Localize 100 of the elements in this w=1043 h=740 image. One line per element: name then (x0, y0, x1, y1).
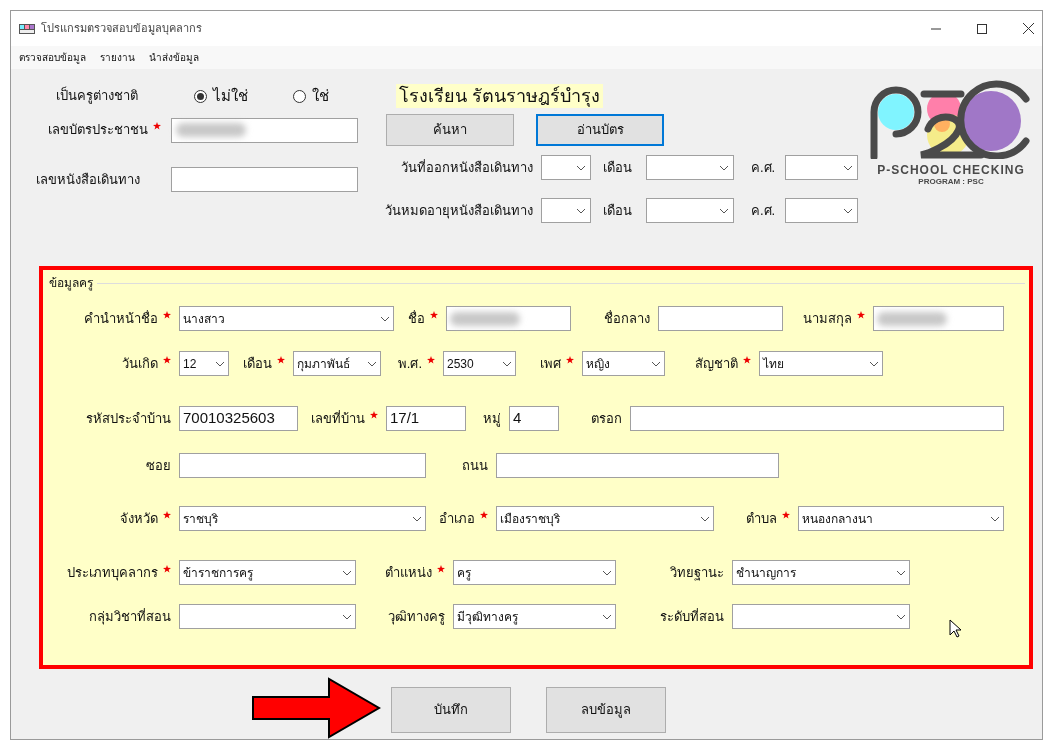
chevron-icon (719, 207, 729, 214)
close-icon[interactable] (1023, 23, 1034, 34)
dropdown[interactable]: 2530 (443, 351, 516, 376)
chevron-icon (719, 164, 729, 171)
input-field[interactable]: 17/1 (386, 406, 466, 431)
button[interactable]: ลบข้อมูล (546, 687, 666, 733)
field-label: วันเกิด (122, 354, 158, 373)
dropdown[interactable]: กุมภาพันธ์ (293, 351, 381, 376)
field-label: รหัสประจำบ้าน (86, 409, 171, 428)
dropdown[interactable] (785, 155, 858, 180)
dropdown[interactable] (646, 198, 734, 223)
input-field[interactable] (658, 306, 783, 331)
input-field[interactable] (446, 306, 571, 331)
field-label: สัญชาติ (695, 354, 738, 373)
field-label: วันที่ออกหนังสือเดินทาง (401, 158, 533, 177)
dropdown[interactable]: หนองกลางนา (798, 506, 1004, 531)
dropdown[interactable] (179, 604, 356, 629)
field-label: จังหวัด (120, 509, 158, 528)
dropdown[interactable]: ข้าราชการครู (179, 560, 356, 585)
field-label: ซอย (146, 456, 171, 475)
chevron-icon (602, 569, 612, 576)
dropdown[interactable] (541, 155, 591, 180)
field-label: ระดับที่สอน (660, 607, 724, 626)
button[interactable]: ค้นหา (386, 114, 514, 146)
maximize-icon[interactable] (977, 23, 987, 34)
chevron-icon (651, 360, 661, 367)
field-label: ถนน (462, 456, 488, 475)
chevron-icon (502, 360, 512, 367)
chevron-icon (342, 569, 352, 576)
menu-item[interactable]: รายงาน (100, 50, 135, 65)
dropdown[interactable] (541, 198, 591, 223)
dropdown[interactable]: นางสาว (179, 306, 394, 331)
menu-item[interactable]: นำส่งข้อมูล (149, 50, 199, 65)
input-field[interactable] (873, 306, 1004, 331)
chevron-icon (602, 613, 612, 620)
field-label: วุฒิทางครู (388, 607, 445, 627)
field-label: ค.ศ. (750, 201, 777, 220)
field-label: เป็นครูต่างชาติ (56, 86, 139, 106)
dropdown[interactable]: ราชบุริ (179, 506, 426, 531)
radio-option[interactable]: ไม่ใช่ (194, 84, 293, 108)
field-label: เลขหนังสือเดินทาง (36, 170, 141, 189)
field-label: ตรอก (591, 409, 622, 428)
input-field[interactable] (179, 453, 426, 478)
button[interactable]: อ่านบัตร (536, 114, 664, 146)
dropdown[interactable]: 12 (179, 351, 229, 376)
field-label: เดือน (602, 158, 633, 177)
input-field[interactable] (496, 453, 779, 478)
dropdown[interactable]: ไทย (759, 351, 883, 376)
field-label: เดือน (602, 201, 633, 220)
field-label: เดือน (243, 354, 272, 373)
input-field[interactable]: 4 (509, 406, 559, 431)
field-label: เพศ (540, 354, 561, 373)
chevron-icon (843, 164, 853, 171)
field-label: พ.ศ. (397, 354, 422, 373)
cursor-icon (949, 619, 961, 638)
field-label: ตำบล (746, 509, 777, 528)
chevron-icon (576, 207, 586, 214)
dropdown[interactable] (732, 604, 910, 629)
input-field[interactable] (171, 117, 358, 143)
button[interactable]: บันทึก (391, 687, 511, 733)
dropdown[interactable] (785, 198, 858, 223)
chevron-icon (412, 515, 422, 522)
dropdown[interactable]: ครู (453, 560, 616, 585)
dropdown[interactable]: หญิง (582, 351, 665, 376)
dropdown[interactable]: เมืองราชบุริ (496, 506, 714, 531)
radio-option[interactable]: ใช่ (293, 84, 392, 108)
dropdown[interactable]: ชำนาญการ (732, 560, 910, 585)
field-label: ค.ศ. (750, 158, 777, 177)
chevron-icon (342, 613, 352, 620)
field-label: นามสกุล (803, 309, 852, 329)
field-label: ชื่อกลาง (604, 309, 650, 328)
window-title: โปรแกรมตรวจสอบข้อมูลบุคลากร (41, 21, 202, 37)
input-field[interactable] (171, 167, 358, 192)
chevron-icon (700, 515, 710, 522)
field-label: เลขที่บ้าน (311, 409, 365, 428)
field-label: ตำแหน่ง (385, 563, 432, 582)
field-label: กลุ่มวิชาที่สอน (89, 607, 171, 627)
logo-drawing: P-SCHOOL CHECKING PROGRAM : PSC (866, 79, 1036, 187)
dropdown[interactable]: มีวุฒิทางครู (453, 604, 616, 629)
dropdown[interactable] (646, 155, 734, 180)
field-label: ประเภทบุคลากร (67, 563, 158, 583)
menu-item[interactable]: ตรวจสอบข้อมูล (19, 50, 86, 65)
chevron-icon (869, 360, 879, 367)
school-name: โรงเรียน รัตนราษฎร์บำรุง (396, 84, 603, 108)
chevron-icon (367, 360, 377, 367)
field-label: คำนำหน้าชื่อ (84, 309, 158, 328)
field-label: หมู่ (483, 409, 501, 429)
chevron-icon (380, 315, 390, 322)
field-label: อำเภอ (439, 509, 475, 528)
field-label: วิทยฐานะ (670, 563, 724, 583)
chevron-icon (896, 613, 906, 620)
chevron-icon (215, 360, 225, 367)
input-field[interactable] (630, 406, 1004, 431)
group-title: ข้อมูลครู (49, 275, 93, 292)
chevron-icon (576, 164, 586, 171)
chevron-icon (843, 207, 853, 214)
field-label: วันหมดอายุหนังสือเดินทาง (385, 201, 533, 221)
input-field[interactable]: 70010325603 (179, 406, 298, 431)
app-icon (19, 23, 35, 34)
chevron-icon (896, 569, 906, 576)
